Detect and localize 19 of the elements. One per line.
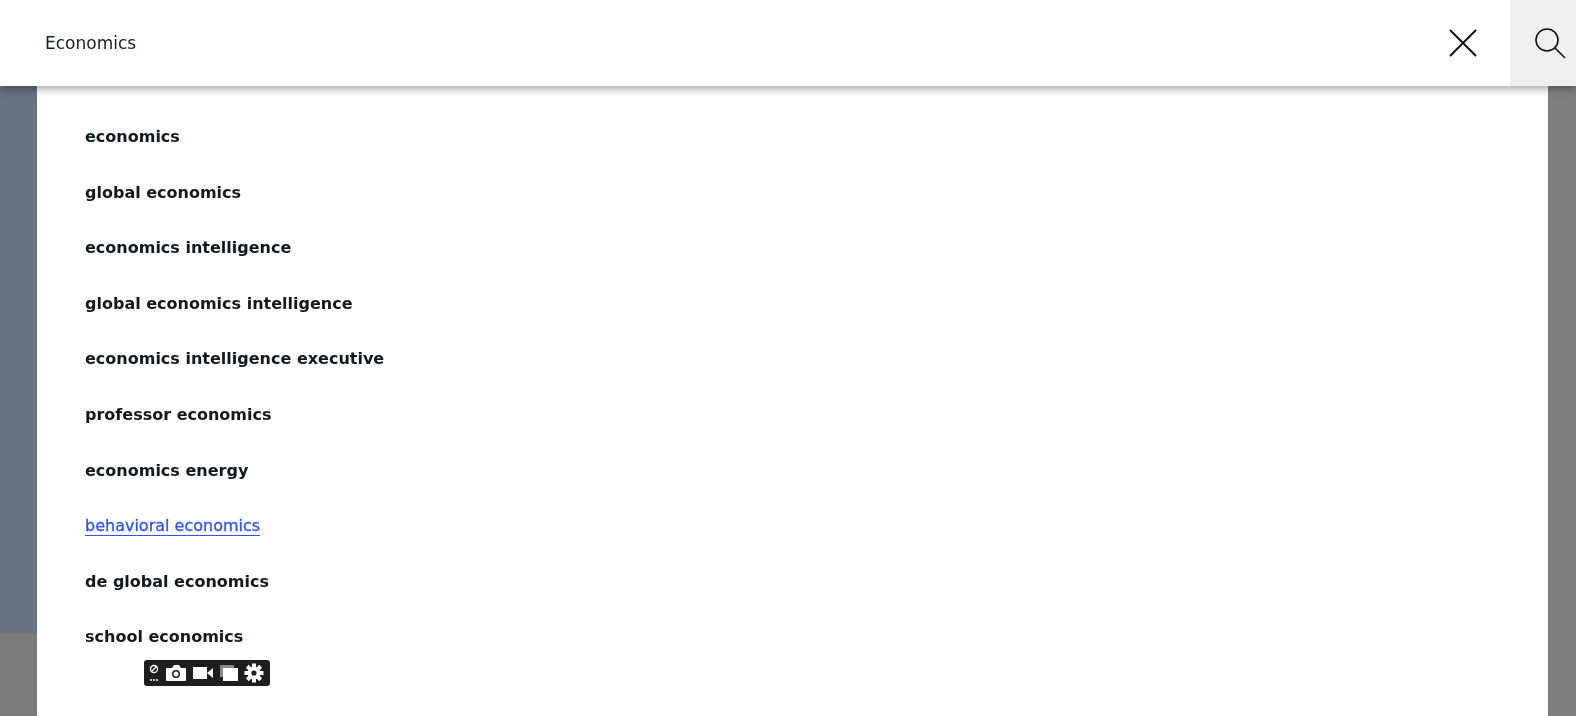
suggestion-link[interactable]: behavioral economics bbox=[85, 516, 261, 537]
search-field[interactable]: Economics bbox=[0, 0, 1444, 86]
suggestion-link[interactable]: economics intelligence executive bbox=[85, 349, 385, 370]
suggestion-link[interactable]: economics energy bbox=[85, 460, 249, 481]
suggestion-link[interactable]: school economics bbox=[85, 627, 244, 648]
close-button[interactable] bbox=[1444, 0, 1510, 86]
suggestion-link[interactable]: economics intelligence bbox=[85, 238, 292, 259]
search-button[interactable] bbox=[1510, 0, 1576, 86]
suggestion-link[interactable]: economics bbox=[85, 127, 180, 147]
search-icon bbox=[1534, 27, 1566, 59]
close-icon bbox=[1448, 28, 1478, 58]
video-camera-icon[interactable] bbox=[192, 665, 214, 681]
windows-icon[interactable] bbox=[219, 664, 239, 682]
suggestion-link[interactable]: global economics bbox=[85, 182, 242, 203]
settings-icon[interactable] bbox=[244, 663, 264, 683]
suggestion-link[interactable]: de global economics bbox=[85, 571, 269, 592]
suggestion-link[interactable]: global economics intelligence bbox=[85, 293, 353, 314]
camera-icon[interactable] bbox=[165, 664, 187, 682]
suggestion-link[interactable]: professor economics bbox=[85, 404, 272, 425]
